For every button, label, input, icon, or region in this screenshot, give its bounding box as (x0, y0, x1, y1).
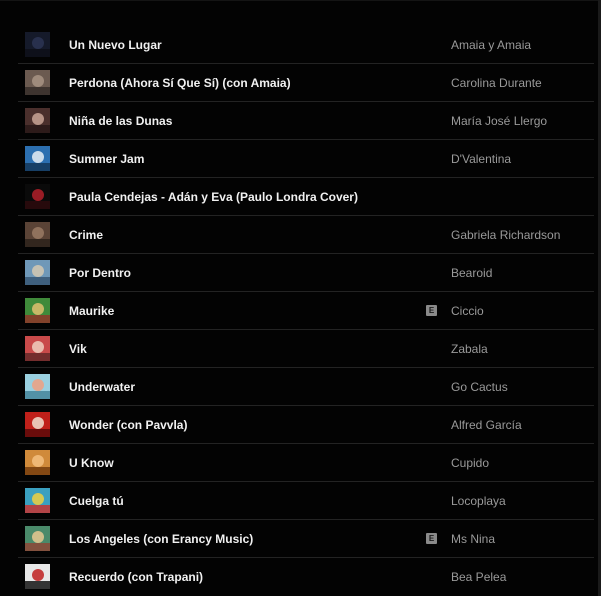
track-row[interactable]: Recuerdo (con Trapani) Bea Pelea (18, 558, 594, 596)
explicit-badge: E (426, 533, 437, 544)
album-art-thumbnail[interactable] (25, 146, 50, 171)
track-title[interactable]: Vik (69, 330, 87, 368)
track-artist-link[interactable]: Locoplaya (451, 482, 506, 520)
track-artist-link[interactable]: Gabriela Richardson (451, 216, 560, 254)
track-title[interactable]: Un Nuevo Lugar (69, 26, 162, 64)
track-artist-link[interactable]: Go Cactus (451, 368, 508, 406)
track-row[interactable]: Los Angeles (con Erancy Music) E Ms Nina (18, 520, 594, 558)
track-artist-link[interactable]: Cupido (451, 444, 489, 482)
track-row[interactable]: Vik Zabala (18, 330, 594, 368)
track-artist-link[interactable]: Bearoid (451, 254, 492, 292)
album-art-thumbnail[interactable] (25, 184, 50, 209)
album-art-thumbnail[interactable] (25, 526, 50, 551)
track-artist-link[interactable]: Ciccio (451, 292, 484, 330)
track-title[interactable]: Por Dentro (69, 254, 131, 292)
track-title[interactable]: Los Angeles (con Erancy Music) (69, 520, 253, 558)
track-row[interactable]: Un Nuevo Lugar Amaia y Amaia (18, 26, 594, 64)
track-list: Un Nuevo Lugar Amaia y Amaia Perdona (Ahor… (18, 26, 594, 596)
album-art-thumbnail[interactable] (25, 260, 50, 285)
track-title[interactable]: Recuerdo (con Trapani) (69, 558, 203, 596)
track-row[interactable]: Perdona (Ahora Sí Que Sí) (con Amaia) Car… (18, 64, 594, 102)
track-row[interactable]: Niña de las Dunas María José Llergo (18, 102, 594, 140)
track-title[interactable]: Maurike (69, 292, 114, 330)
track-list-panel: Un Nuevo Lugar Amaia y Amaia Perdona (Ahor… (0, 0, 601, 596)
album-art-thumbnail[interactable] (25, 450, 50, 475)
track-row[interactable]: Crime Gabriela Richardson (18, 216, 594, 254)
track-title[interactable]: Cuelga tú (69, 482, 124, 520)
track-artist-link[interactable]: D'Valentina (451, 140, 511, 178)
track-artist-link[interactable]: Amaia y Amaia (451, 26, 531, 64)
track-title[interactable]: Underwater (69, 368, 135, 406)
album-art-thumbnail[interactable] (25, 298, 50, 323)
album-art-thumbnail[interactable] (25, 108, 50, 133)
track-artist-link[interactable]: Alfred García (451, 406, 522, 444)
album-art-thumbnail[interactable] (25, 564, 50, 589)
track-title[interactable]: Summer Jam (69, 140, 144, 178)
album-art-thumbnail[interactable] (25, 32, 50, 57)
track-artist-link[interactable]: Zabala (451, 330, 488, 368)
track-row[interactable]: Maurike E Ciccio (18, 292, 594, 330)
track-title[interactable]: Wonder (con Pavvla) (69, 406, 187, 444)
album-art-thumbnail[interactable] (25, 488, 50, 513)
track-row[interactable]: Por Dentro Bearoid (18, 254, 594, 292)
track-row[interactable]: U Know Cupido (18, 444, 594, 482)
track-artist-link[interactable]: Bea Pelea (451, 558, 506, 596)
track-row[interactable]: Paula Cendejas - Adán y Eva (Paulo Londr… (18, 178, 594, 216)
explicit-badge: E (426, 305, 437, 316)
track-title[interactable]: Crime (69, 216, 103, 254)
track-artist-link[interactable]: Carolina Durante (451, 64, 542, 102)
track-row[interactable]: Underwater Go Cactus (18, 368, 594, 406)
album-art-thumbnail[interactable] (25, 412, 50, 437)
track-artist-link[interactable]: María José Llergo (451, 102, 547, 140)
track-title[interactable]: Perdona (Ahora Sí Que Sí) (con Amaia) (69, 64, 291, 102)
track-row[interactable]: Summer Jam D'Valentina (18, 140, 594, 178)
track-artist-link[interactable]: Ms Nina (451, 520, 495, 558)
track-title[interactable]: Niña de las Dunas (69, 102, 172, 140)
track-row[interactable]: Wonder (con Pavvla) Alfred García (18, 406, 594, 444)
top-edge (0, 0, 601, 1)
album-art-thumbnail[interactable] (25, 374, 50, 399)
album-art-thumbnail[interactable] (25, 70, 50, 95)
track-title[interactable]: Paula Cendejas - Adán y Eva (Paulo Londr… (69, 178, 358, 216)
track-row[interactable]: Cuelga tú Locoplaya (18, 482, 594, 520)
album-art-thumbnail[interactable] (25, 222, 50, 247)
album-art-thumbnail[interactable] (25, 336, 50, 361)
track-title[interactable]: U Know (69, 444, 114, 482)
